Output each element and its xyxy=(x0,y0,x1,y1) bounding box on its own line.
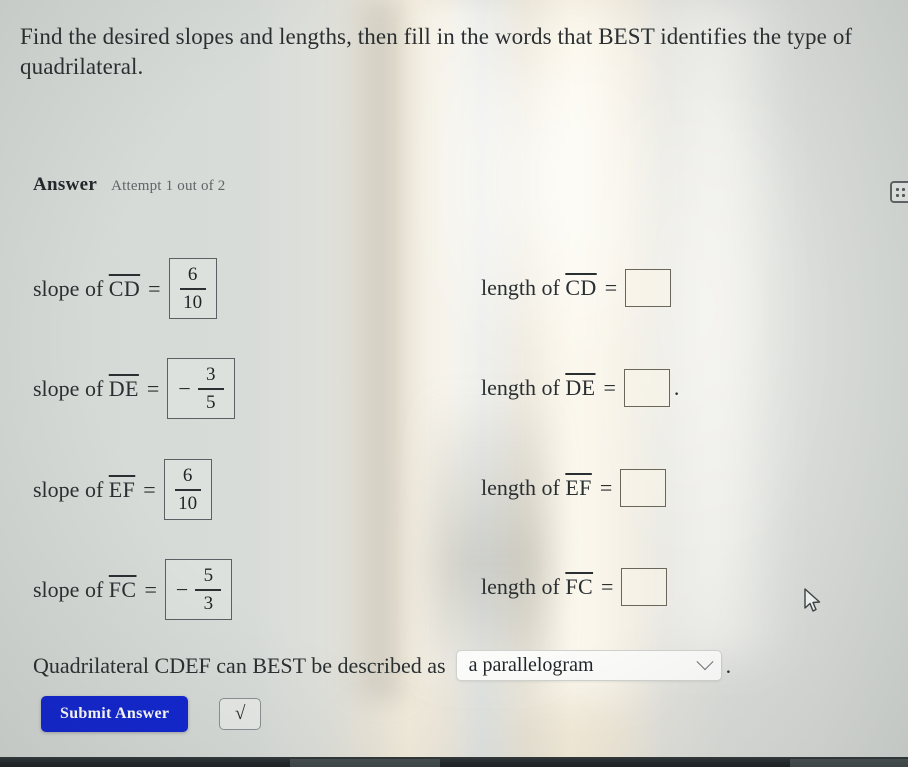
length-label-de: length of DE = xyxy=(481,375,616,400)
segment-overline-de: DE xyxy=(108,375,139,401)
fraction-ef: 6 10 xyxy=(174,465,201,514)
length-label-ef: length of EF = xyxy=(481,475,613,500)
fraction-bar xyxy=(179,287,206,290)
question-prompt: Find the desired slopes and lengths, the… xyxy=(20,24,853,80)
length-row-de: length of DE = . xyxy=(481,369,679,407)
answer-title: Answer xyxy=(33,174,98,195)
length-row-fc: length of FC = xyxy=(481,568,671,606)
sentence-period: . xyxy=(725,652,732,678)
description-sentence: Quadrilateral CDEF can BEST be described… xyxy=(33,652,446,678)
fraction-numerator: 6 xyxy=(182,465,193,486)
slope-input-cd[interactable]: 6 10 xyxy=(168,258,217,320)
answer-header: Answer Attempt 1 out of 2 xyxy=(33,174,226,196)
length-input-ef[interactable] xyxy=(620,469,667,507)
fraction-bar xyxy=(197,387,224,390)
description-line: Quadrilateral CDEF can BEST be described… xyxy=(33,650,731,681)
slope-label-de: slope of DE = xyxy=(33,375,160,401)
fraction-denominator: 5 xyxy=(206,391,216,413)
segment-overline-cd: CD xyxy=(108,275,141,301)
fraction-denominator: 3 xyxy=(203,592,214,614)
dropdown-selected-value: a parallelogram xyxy=(468,654,594,676)
length-input-de[interactable] xyxy=(623,369,670,407)
slope-row-fc: slope of FC = − 5 3 xyxy=(33,559,233,621)
slope-input-de[interactable]: − 3 5 xyxy=(167,358,235,420)
fraction-numerator: 6 xyxy=(187,264,198,285)
segment-overline-ef: EF xyxy=(108,476,136,502)
segment-overline-de: DE xyxy=(565,375,596,400)
segment-overline-cd: CD xyxy=(565,275,597,300)
segment-overline-fc: FC xyxy=(108,576,137,602)
negative-sign: − xyxy=(175,576,189,602)
length-row-cd: length of CD = xyxy=(481,269,675,307)
fraction-de: 3 5 xyxy=(197,364,224,413)
device-bezel xyxy=(0,757,908,767)
chevron-down-icon xyxy=(696,652,714,670)
submit-answer-button[interactable]: Submit Answer xyxy=(41,696,189,732)
length-input-fc[interactable] xyxy=(621,568,668,606)
quadrilateral-type-dropdown[interactable]: a parallelogram xyxy=(455,650,722,681)
fraction-denominator: 10 xyxy=(183,291,203,313)
question-content: Find the desired slopes and lengths, the… xyxy=(0,0,908,757)
negative-sign: − xyxy=(178,375,191,401)
keyboard-icon[interactable] xyxy=(890,181,908,203)
slope-input-fc[interactable]: − 5 3 xyxy=(164,559,233,621)
action-buttons: Submit Answer √ xyxy=(41,696,262,732)
slope-row-ef: slope of EF = 6 10 xyxy=(33,459,212,521)
fraction-denominator: 10 xyxy=(178,492,198,514)
fraction-fc: 5 3 xyxy=(195,565,222,614)
segment-overline-fc: FC xyxy=(565,574,594,599)
length-input-cd[interactable] xyxy=(625,269,672,307)
fraction-numerator: 3 xyxy=(206,364,216,385)
slope-label-ef: slope of EF = xyxy=(33,476,156,502)
slope-label-fc: slope of FC = xyxy=(33,576,157,602)
trailing-punctuation: . xyxy=(673,375,680,400)
mouse-pointer-icon xyxy=(804,588,821,612)
slope-label-cd: slope of CD = xyxy=(33,275,161,301)
length-label-fc: length of FC = xyxy=(481,574,614,599)
square-root-icon[interactable]: √ xyxy=(219,698,262,730)
length-label-cd: length of CD = xyxy=(481,275,618,300)
fraction-bar xyxy=(174,488,201,491)
fraction-numerator: 5 xyxy=(203,565,214,586)
slope-input-ef[interactable]: 6 10 xyxy=(163,459,212,521)
fraction-bar xyxy=(195,588,222,591)
slope-row-de: slope of DE = − 3 5 xyxy=(33,358,235,420)
attempt-counter: Attempt 1 out of 2 xyxy=(111,178,226,194)
length-row-ef: length of EF = xyxy=(481,469,670,507)
photographed-screen: Find the desired slopes and lengths, the… xyxy=(0,0,908,767)
segment-overline-ef: EF xyxy=(565,475,592,500)
fraction-cd: 6 10 xyxy=(179,264,206,313)
slope-row-cd: slope of CD = 6 10 xyxy=(33,258,217,320)
